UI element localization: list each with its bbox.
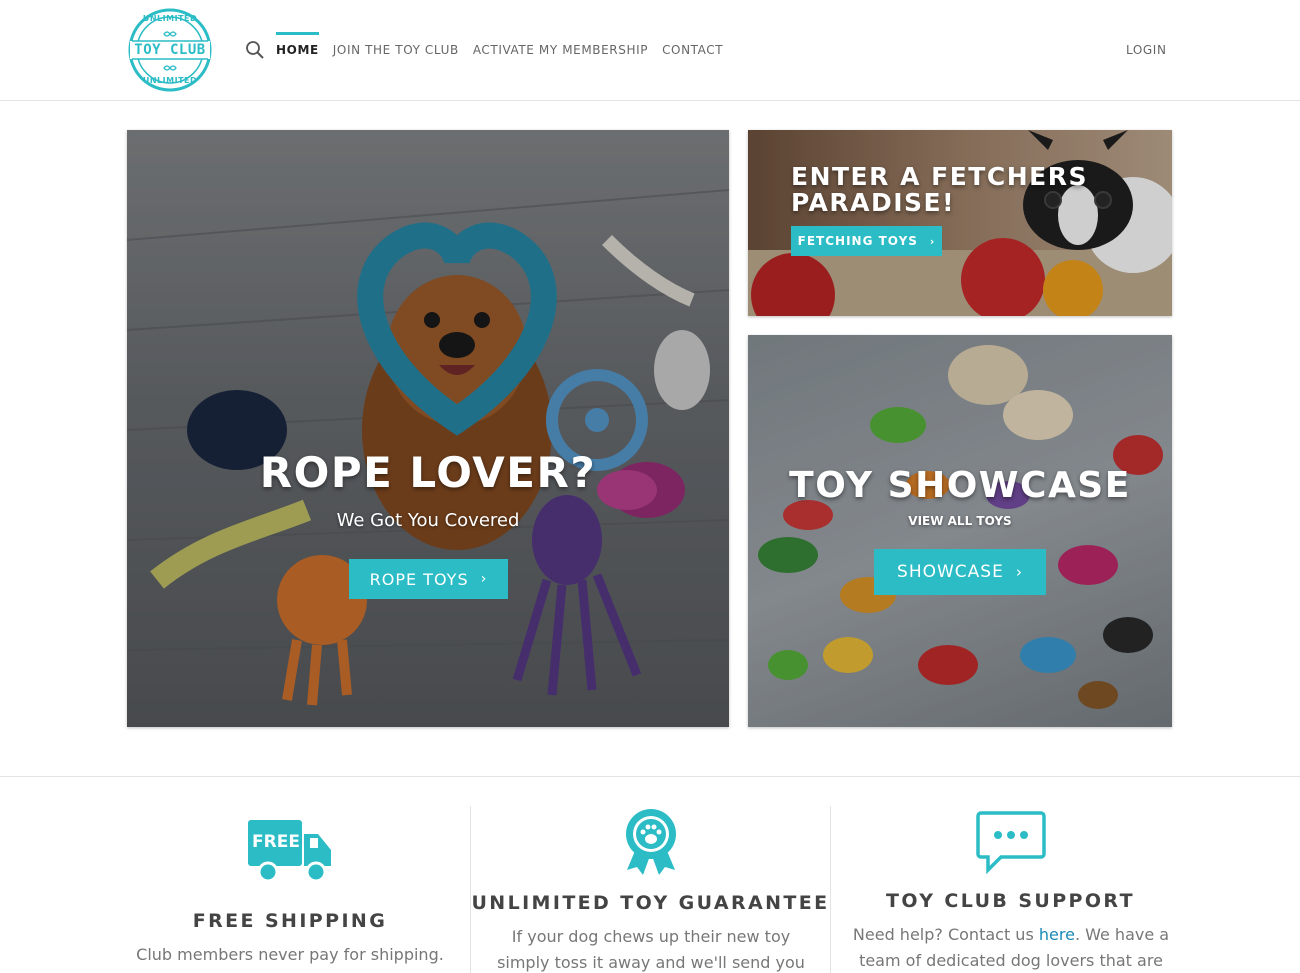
rope-toys-button-label: ROPE TOYS [369,569,469,589]
search-icon[interactable] [245,40,265,60]
support-text-before: Need help? Contact us [852,925,1039,944]
toy-guarantee-text: If your dog chews up their new toy simpl… [497,927,805,972]
free-shipping-feature: FREE FREE SHIPPING Club members never pa… [110,806,470,973]
rope-lover-title: ROPE LOVER? [259,448,597,497]
showcase-button[interactable]: SHOWCASE › [874,549,1046,595]
fetchers-paradise-banner[interactable]: ENTER A FETCHERS PARADISE! FETCHING TOYS… [748,130,1172,316]
rope-toys-button[interactable]: ROPE TOYS › [349,559,508,599]
toy-club-logo[interactable]: UNLIMITED TOY CLUB UNLIMITED [128,8,212,92]
toy-guarantee-title: UNLIMITED TOY GUARANTEE [471,892,830,914]
toy-showcase-title: TOY SHOWCASE [789,465,1131,506]
nav-activate-membership[interactable]: ACTIVATE MY MEMBERSHIP [473,32,648,68]
view-all-toys-text: VIEW ALL TOYS [908,514,1012,528]
free-shipping-text: Club members never pay for shipping. [136,945,444,964]
site-header: UNLIMITED TOY CLUB UNLIMITED HOME JOIN T… [0,0,1300,101]
logo-main-text: TOY CLUB [134,42,206,58]
toy-club-support-text: Need help? Contact us here. We have a te… [851,922,1171,973]
nav-home[interactable]: HOME [276,32,319,68]
rope-lover-banner[interactable]: ROPE LOVER? We Got You Covered ROPE TOYS… [127,130,729,727]
nav-join-toy-club[interactable]: JOIN THE TOY CLUB [333,32,459,68]
toy-guarantee-feature: UNLIMITED TOY GUARANTEE If your dog chew… [470,806,830,973]
fetch-title-line-2: PARADISE! [791,188,956,217]
main-nav: HOME JOIN THE TOY CLUB ACTIVATE MY MEMBE… [276,32,737,68]
free-shipping-title: FREE SHIPPING [192,910,388,932]
chevron-right-icon: › [480,571,488,587]
toy-club-support-feature: TOY CLUB SUPPORT Need help? Contact us h… [830,806,1190,973]
free-truck-icon: FREE [248,818,332,884]
logo-bottom-text: UNLIMITED [142,76,198,85]
logo-top-text: UNLIMITED [142,14,198,23]
fetching-toys-button-label: FETCHING TOYS [797,234,918,248]
login-link[interactable]: LOGIN [1126,43,1167,57]
fetching-toys-button[interactable]: FETCHING TOYS › [791,226,942,256]
rope-lover-subtitle: We Got You Covered [336,510,520,531]
chevron-right-icon: › [929,234,936,248]
section-divider [0,776,1300,777]
nav-contact[interactable]: CONTACT [662,32,723,68]
fetch-title-line-1: ENTER A FETCHERS [791,162,1088,191]
contact-here-link[interactable]: here [1039,925,1075,944]
chat-bubble-icon [976,810,1046,875]
toy-club-support-title: TOY CLUB SUPPORT [886,890,1135,912]
free-truck-label: FREE [252,832,300,852]
showcase-button-label: SHOWCASE [897,562,1004,582]
paw-award-badge-icon [623,808,679,876]
toy-showcase-banner[interactable]: TOY SHOWCASE VIEW ALL TOYS SHOWCASE › [748,335,1172,727]
chevron-right-icon: › [1015,563,1023,581]
